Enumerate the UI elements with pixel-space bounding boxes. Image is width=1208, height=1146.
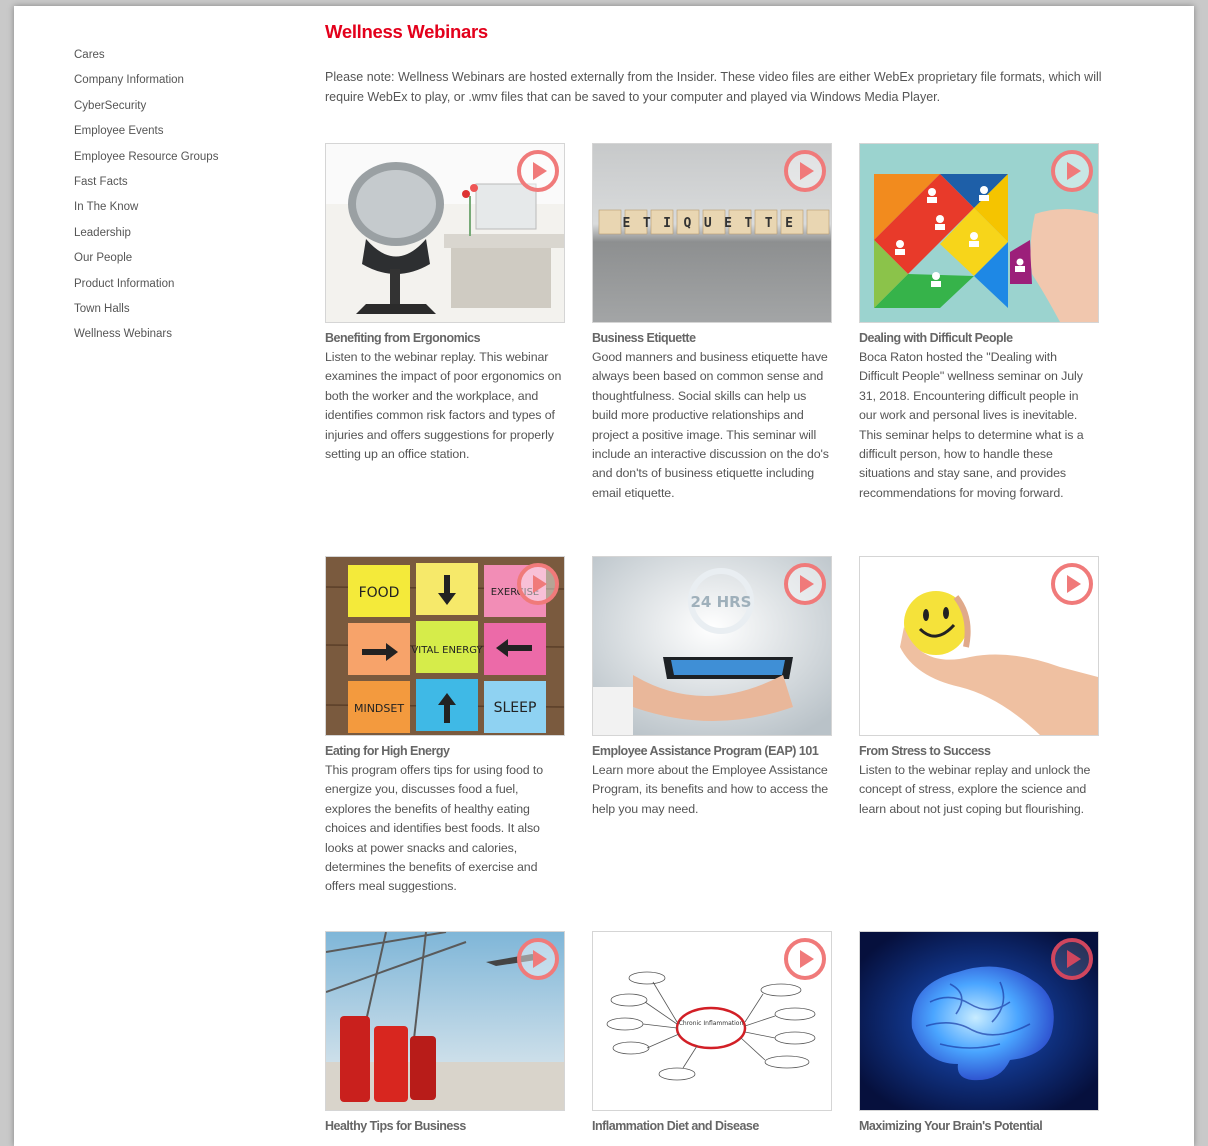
- webinar-thumbnail[interactable]: [859, 143, 1099, 323]
- sidebar-item-product-information[interactable]: Product Information: [74, 275, 274, 300]
- webinar-title[interactable]: From Stress to Success: [859, 742, 1099, 761]
- play-icon[interactable]: [516, 937, 560, 981]
- sidebar-item-fast-facts[interactable]: Fast Facts: [74, 173, 274, 198]
- webinar-card: Maximizing Your Brain's Potential: [859, 931, 1099, 1136]
- play-icon[interactable]: [783, 149, 827, 193]
- play-icon[interactable]: [516, 149, 560, 193]
- webinar-thumbnail[interactable]: FOOD EXERCISE VITAL ENERGY MINDSET SLEEP: [325, 556, 565, 736]
- webinar-thumbnail[interactable]: [859, 931, 1099, 1111]
- webinar-description: Learn more about the Employee Assistance…: [592, 763, 829, 816]
- sidebar-item-employee-resource-groups[interactable]: Employee Resource Groups: [74, 148, 274, 173]
- sticky-note-text: VITAL ENERGY: [411, 645, 483, 656]
- webinar-thumbnail[interactable]: [325, 931, 565, 1111]
- webinar-title[interactable]: Employee Assistance Program (EAP) 101: [592, 742, 832, 761]
- webinar-description: Listen to the webinar replay and unlock …: [859, 763, 1091, 816]
- webinar-card: From Stress to Success Listen to the web…: [859, 556, 1099, 819]
- webinar-title[interactable]: Dealing with Difficult People: [859, 329, 1099, 348]
- sidebar-item-town-halls[interactable]: Town Halls: [74, 300, 274, 325]
- etiquette-image-text: ETIQUETTE: [623, 216, 806, 231]
- page-title: Wellness Webinars: [325, 21, 488, 42]
- webinar-thumbnail[interactable]: ETIQUETTE: [592, 143, 832, 323]
- webinar-card: Benefiting from Ergonomics Listen to the…: [325, 143, 565, 464]
- sticky-note-text: FOOD: [359, 585, 400, 601]
- sidebar-item-employee-events[interactable]: Employee Events: [74, 122, 274, 147]
- webinar-description: Good manners and business etiquette have…: [592, 350, 829, 500]
- webinar-thumbnail[interactable]: [859, 556, 1099, 736]
- play-icon[interactable]: [783, 562, 827, 606]
- diagram-center-text: Chronic Inflammation: [679, 1020, 744, 1027]
- webinar-card: Dealing with Difficult People Boca Raton…: [859, 143, 1099, 503]
- webinar-thumbnail[interactable]: [325, 143, 565, 323]
- play-icon[interactable]: [1050, 562, 1094, 606]
- webinar-card: Chronic Inflammation Inflammation Diet a…: [592, 931, 832, 1136]
- webinar-title[interactable]: Business Etiquette: [592, 329, 832, 348]
- page: Cares Company Information CyberSecurity …: [14, 6, 1194, 1146]
- webinar-title[interactable]: Eating for High Energy: [325, 742, 565, 761]
- play-icon[interactable]: [783, 937, 827, 981]
- play-icon[interactable]: [516, 562, 560, 606]
- eap-image-text: 24 HRS: [690, 593, 751, 611]
- webinar-card: ETIQUETTE Business Etiquette Good manner…: [592, 143, 832, 503]
- webinar-thumbnail[interactable]: Chronic Inflammation: [592, 931, 832, 1111]
- main-content: Wellness Webinars Please note: Wellness …: [325, 20, 1125, 1133]
- webinar-description: Boca Raton hosted the "Dealing with Diff…: [859, 350, 1084, 500]
- webinar-thumbnail[interactable]: 24 HRS: [592, 556, 832, 736]
- sidebar-item-our-people[interactable]: Our People: [74, 249, 274, 274]
- webinar-title[interactable]: Benefiting from Ergonomics: [325, 329, 565, 348]
- sidebar-nav: Cares Company Information CyberSecurity …: [74, 46, 274, 351]
- sidebar-item-in-the-know[interactable]: In The Know: [74, 198, 274, 223]
- hosting-note: Please note: Wellness Webinars are hoste…: [325, 70, 1102, 104]
- webinar-card: FOOD EXERCISE VITAL ENERGY MINDSET SLEEP: [325, 556, 565, 897]
- webinar-card: Healthy Tips for Business: [325, 931, 565, 1136]
- play-icon[interactable]: [1050, 937, 1094, 981]
- play-icon[interactable]: [1050, 149, 1094, 193]
- webinar-description: This program offers tips for using food …: [325, 763, 544, 894]
- webinar-description: Listen to the webinar replay. This webin…: [325, 350, 562, 462]
- sidebar-item-leadership[interactable]: Leadership: [74, 224, 274, 249]
- sidebar-item-cybersecurity[interactable]: CyberSecurity: [74, 97, 274, 122]
- sticky-note-text: MINDSET: [354, 702, 404, 715]
- sidebar-item-cares[interactable]: Cares: [74, 46, 274, 71]
- sidebar-item-company-information[interactable]: Company Information: [74, 71, 274, 96]
- webinar-card: 24 HRS Employee Assistance Program (EAP)…: [592, 556, 832, 819]
- sidebar-item-wellness-webinars[interactable]: Wellness Webinars: [74, 325, 274, 350]
- sticky-note-text: SLEEP: [494, 700, 537, 716]
